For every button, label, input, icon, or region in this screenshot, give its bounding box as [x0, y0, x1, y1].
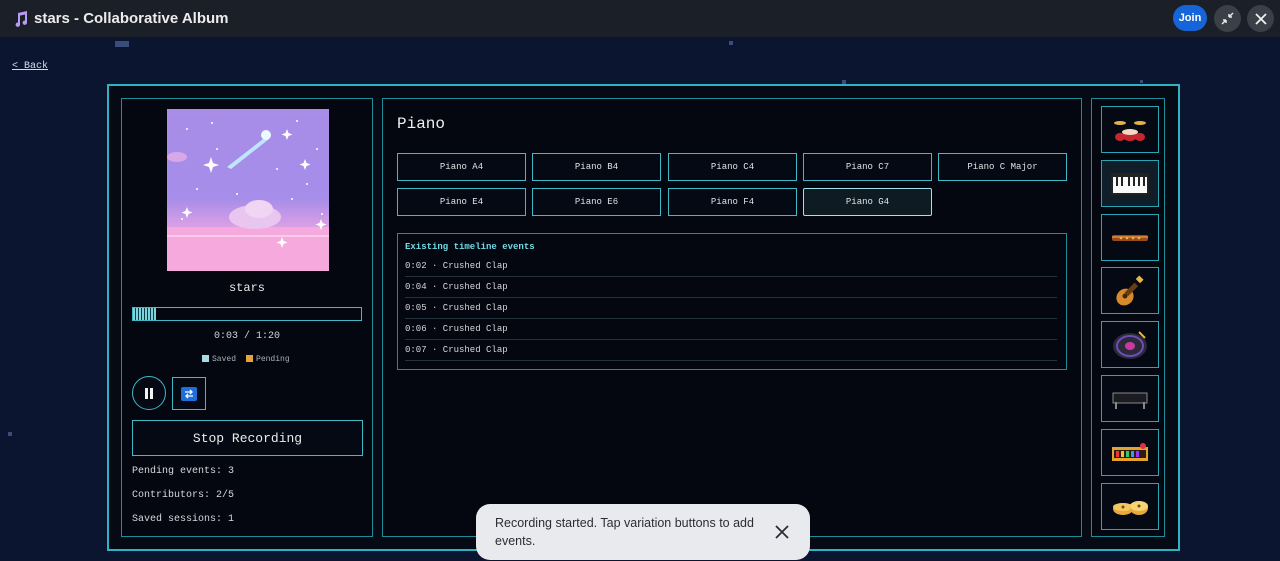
album-name: stars: [228, 281, 265, 295]
variation-button-piano-c7[interactable]: Piano C7: [803, 153, 932, 181]
stop-recording-button[interactable]: Stop Recording: [132, 420, 363, 456]
contributors-count: Contributors: 2/5: [132, 490, 235, 501]
variation-button-piano-c4[interactable]: Piano C4: [668, 153, 797, 181]
variation-button-piano-c-major[interactable]: Piano C Major: [938, 153, 1067, 181]
join-button[interactable]: Join: [1173, 5, 1207, 31]
timeline-event-row: 0:07 · Crushed Clap: [405, 340, 1057, 361]
legend-saved: Saved: [202, 355, 236, 364]
timeline-event-row: 0:05 · Crushed Clap: [405, 298, 1057, 319]
progress-fill: [133, 308, 156, 320]
drum-kit-icon: [1114, 120, 1146, 141]
synth-icon: [1112, 392, 1148, 409]
loop-icon: [181, 386, 197, 401]
loop-button[interactable]: [172, 377, 206, 410]
playback-time: 0:03 / 1:20: [213, 331, 280, 342]
close-icon: [775, 525, 789, 539]
window-title: stars - Collaborative Album: [34, 10, 229, 27]
instrument-button-drums[interactable]: [1101, 106, 1159, 153]
toast-message: Recording started. Tap variation buttons…: [495, 516, 754, 548]
variation-button-piano-b4[interactable]: Piano B4: [532, 153, 661, 181]
variation-button-piano-e6[interactable]: Piano E6: [532, 188, 661, 216]
instrument-button-cymbals[interactable]: [1101, 483, 1159, 530]
guitar-icon: [1116, 274, 1144, 305]
collapse-button[interactable]: [1214, 5, 1241, 32]
flute-icon: [1112, 234, 1148, 241]
collapse-icon: [1221, 12, 1234, 25]
back-link[interactable]: < Back: [12, 61, 48, 72]
toast-notification: Recording started. Tap variation buttons…: [476, 504, 810, 560]
pause-button[interactable]: [132, 376, 166, 410]
timeline-event-row: 0:02 · Crushed Clap: [405, 256, 1057, 277]
instrument-button-piano[interactable]: [1101, 160, 1159, 207]
vinyl-record-icon: [1113, 330, 1147, 359]
saved-sessions-count: Saved sessions: 1: [132, 514, 235, 525]
variation-button-piano-f4[interactable]: Piano F4: [668, 188, 797, 216]
timeline-events-title: Existing timeline events: [405, 242, 535, 252]
instrument-button-flute[interactable]: [1101, 214, 1159, 261]
instrument-selector: [1091, 98, 1165, 537]
progress-bar[interactable]: [132, 307, 362, 321]
timeline-event-row: 0:06 · Crushed Clap: [405, 319, 1057, 340]
piano-keyboard-icon: [1111, 172, 1149, 195]
close-icon: [1254, 12, 1267, 25]
variation-button-piano-g4[interactable]: Piano G4: [803, 188, 932, 216]
timeline-event-row: 0:04 · Crushed Clap: [405, 277, 1057, 298]
timeline-events-list: Existing timeline events 0:02 · Crushed …: [397, 233, 1067, 370]
instrument-button-guitar[interactable]: [1101, 267, 1159, 314]
cymbals-icon: [1113, 500, 1148, 515]
player-panel: stars 0:03 / 1:20 Saved Pending Stop Rec…: [121, 98, 373, 537]
pause-icon: [145, 387, 153, 399]
instrument-panel: Piano Piano A4 Piano B4 Piano C4 Piano C…: [382, 98, 1082, 537]
music-note-icon: [15, 10, 28, 27]
toast-close-button[interactable]: [772, 522, 792, 542]
instrument-button-record[interactable]: [1101, 321, 1159, 368]
close-window-button[interactable]: [1247, 5, 1274, 32]
album-cover-image: [167, 109, 329, 271]
legend-pending: Pending: [246, 355, 290, 364]
instrument-title: Piano: [397, 115, 446, 133]
xylophone-icon: [1112, 442, 1148, 461]
variation-button-piano-a4[interactable]: Piano A4: [397, 153, 526, 181]
variation-button-piano-e4[interactable]: Piano E4: [397, 188, 526, 216]
progress-legend: Saved Pending: [202, 355, 290, 364]
title-bar: stars - Collaborative Album: [0, 0, 1280, 37]
pending-events-count: Pending events: 3: [132, 466, 235, 477]
instrument-button-xylophone[interactable]: [1101, 429, 1159, 476]
instrument-button-synth[interactable]: [1101, 375, 1159, 422]
